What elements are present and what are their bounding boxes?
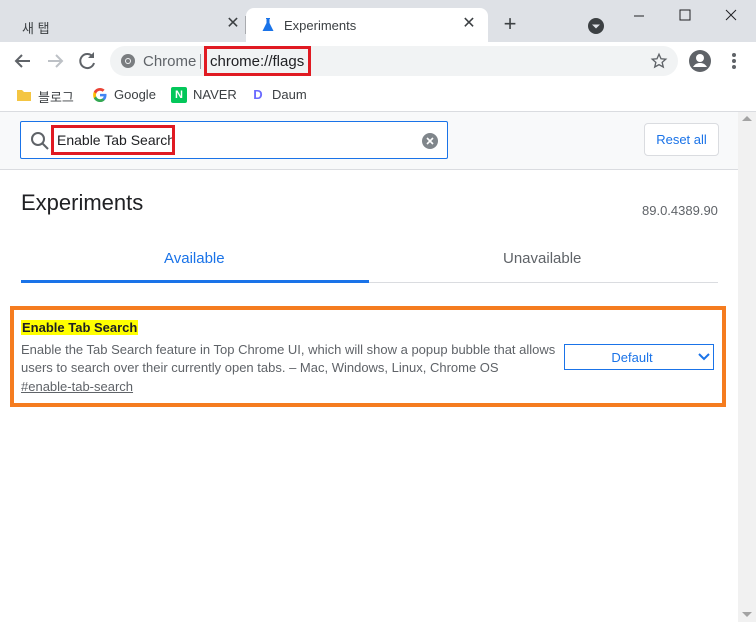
close-icon[interactable]: ✕: [222, 13, 244, 35]
tab-new-tab[interactable]: 새 탭 ✕: [8, 8, 246, 42]
bookmark-label: NAVER: [193, 87, 237, 102]
reset-all-button[interactable]: Reset all: [644, 123, 719, 156]
divider: [200, 54, 201, 69]
close-icon: [725, 9, 737, 21]
profile-avatar[interactable]: [688, 49, 712, 73]
flask-icon: [262, 18, 274, 31]
scroll-up-icon[interactable]: [742, 116, 752, 121]
folder-icon: [17, 90, 31, 101]
flag-name: Enable Tab Search: [21, 320, 139, 335]
more-vert-icon: [732, 53, 736, 57]
new-tab-button[interactable]: +: [498, 12, 522, 36]
naver-icon: N: [171, 87, 187, 103]
menu-button[interactable]: [722, 49, 746, 73]
annotation-box: [204, 46, 311, 76]
bookmark-label: Daum: [272, 87, 307, 102]
flag-entry: Enable Tab Search Enable the Tab Search …: [10, 306, 726, 407]
arrow-right-icon: [48, 54, 64, 68]
tab-strip: 새 탭 ✕ Experiments ✕ +: [0, 0, 756, 42]
active-tab-indicator: [21, 280, 369, 283]
clear-search-button[interactable]: [422, 133, 438, 149]
search-icon: [31, 132, 49, 150]
close-window-button[interactable]: [708, 0, 754, 32]
tab-search-button[interactable]: [585, 15, 607, 37]
tab-unavailable[interactable]: Unavailable: [503, 250, 581, 267]
annotation-box: [51, 125, 175, 155]
forward-button[interactable]: [41, 47, 69, 75]
page-title: Experiments: [21, 190, 144, 215]
flags-header: Enable Tab Search Reset all: [0, 112, 738, 170]
flag-description: Enable the Tab Search feature in Top Chr…: [21, 342, 556, 375]
close-icon[interactable]: ✕: [458, 13, 480, 35]
tab-experiments[interactable]: Experiments ✕: [246, 8, 488, 42]
chrome-icon: [121, 54, 135, 68]
google-icon: [93, 88, 107, 102]
daum-icon: D: [250, 87, 266, 103]
tab-available[interactable]: Available: [164, 250, 225, 267]
version-label: 89.0.4389.90: [642, 203, 718, 218]
star-icon[interactable]: [650, 52, 668, 70]
maximize-button[interactable]: [662, 0, 708, 32]
maximize-icon: [679, 9, 691, 21]
bookmarks-bar: 블로그 Google N NAVER D Daum: [0, 80, 756, 112]
back-button[interactable]: [9, 47, 37, 75]
reload-button[interactable]: [73, 47, 101, 75]
toolbar: Chrome chrome://flags: [0, 42, 756, 80]
scrollbar[interactable]: [738, 112, 756, 622]
site-chip-label: Chrome: [143, 53, 197, 70]
bookmark-label: Google: [114, 87, 156, 102]
chevron-down-icon: [698, 353, 710, 361]
select-value: Default: [611, 350, 653, 365]
bookmark-label: 블로그: [38, 90, 74, 105]
tab-title: 새 탭: [22, 21, 50, 36]
address-bar[interactable]: Chrome chrome://flags: [110, 46, 678, 76]
minimize-button[interactable]: [616, 0, 662, 32]
scroll-down-icon[interactable]: [742, 612, 752, 617]
tab-title: Experiments: [284, 18, 357, 33]
flag-permalink[interactable]: #enable-tab-search: [21, 379, 133, 394]
flag-state-select[interactable]: Default: [564, 344, 714, 370]
search-input[interactable]: Enable Tab Search: [20, 121, 448, 159]
arrow-left-icon: [14, 54, 30, 68]
